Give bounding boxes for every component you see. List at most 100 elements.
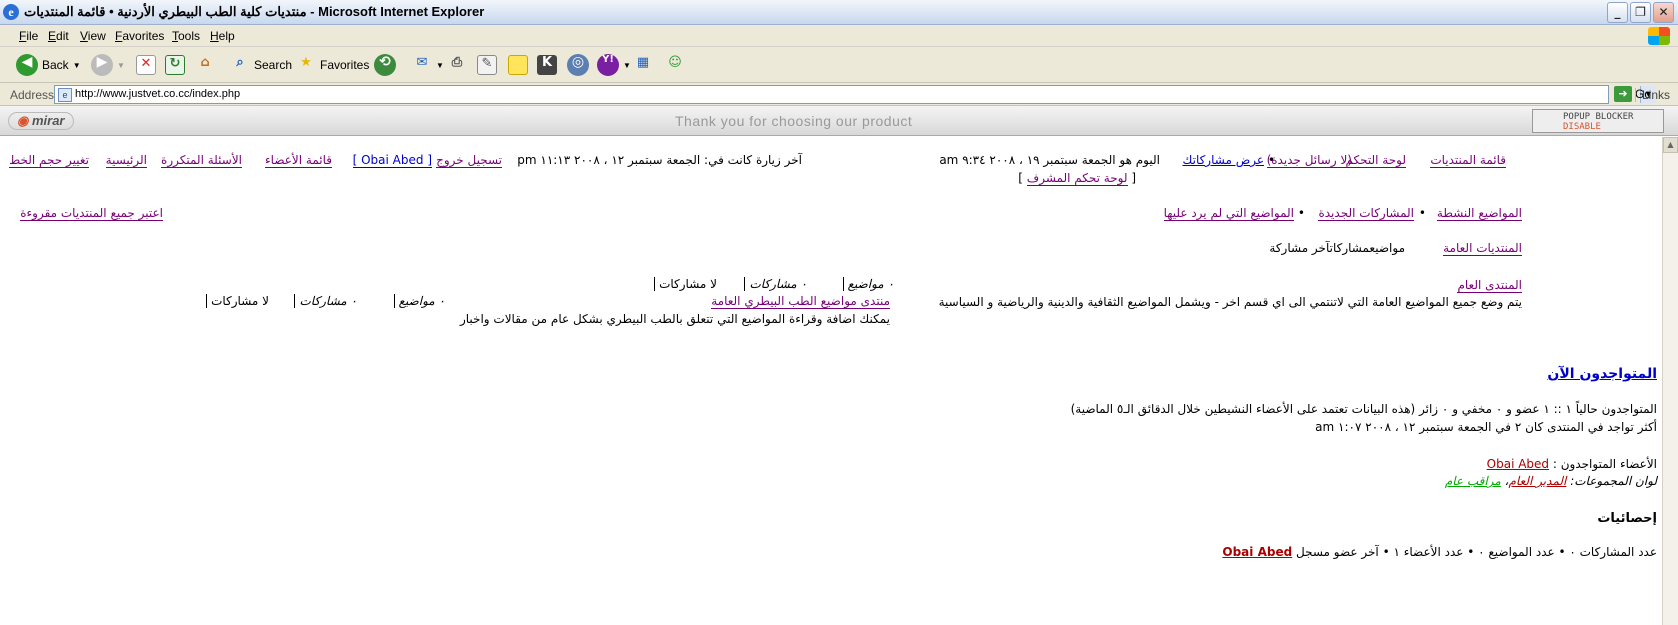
stats-text: عدد المشاركات ٠ • عدد المواضيع ٠ • عدد ا… — [1296, 545, 1657, 559]
research-icon: ▦ — [636, 55, 650, 70]
messenger-button[interactable]: ◎ — [567, 53, 589, 77]
nav-separator: • — [1418, 206, 1426, 220]
forward-arrow-icon: ▶ — [91, 54, 113, 76]
new-posts-link[interactable]: المشاركات الجديدة — [1318, 206, 1414, 221]
logout-link[interactable]: تسجيل خروج — [436, 153, 502, 168]
favorites-button[interactable]: ★ Favorites — [296, 53, 369, 77]
menu-tools[interactable]: Tools — [172, 29, 200, 43]
stop-button[interactable]: ✕ — [136, 53, 156, 77]
dropdown-icon: ▼ — [72, 60, 81, 70]
extension-message: Thank you for choosing our product — [675, 113, 913, 129]
edit-button[interactable]: ✎ — [477, 53, 497, 77]
note-button[interactable] — [508, 53, 528, 77]
menu-help[interactable]: Help — [210, 29, 235, 43]
menu-edit[interactable]: Edit — [48, 29, 69, 43]
font-size-link[interactable]: تغيير حجم الخط — [9, 153, 89, 168]
refresh-icon: ↻ — [165, 55, 185, 75]
edit-icon: ✎ — [477, 55, 497, 75]
mirar-brand: mirar — [31, 113, 65, 128]
view-posts-link[interactable]: عرض مشاركاتك — [1182, 153, 1264, 167]
username-link[interactable]: [ Obai Abed ] — [352, 153, 432, 168]
group-mod-link[interactable]: مراقب عام — [1445, 474, 1501, 488]
minimize-button[interactable]: _ — [1607, 2, 1628, 23]
address-url: http://www.justvet.co.cc/index.php — [75, 88, 241, 100]
k-button[interactable]: K — [537, 53, 557, 77]
history-button[interactable]: ⟲ — [374, 53, 396, 77]
forum-link-general[interactable]: المنتدى العام — [1457, 278, 1522, 293]
msn-buddy-icon: ☺ — [668, 55, 682, 70]
faq-link[interactable]: الأسئلة المتكررة — [161, 153, 242, 168]
mirar-logo[interactable]: ◉ mirar — [8, 112, 74, 130]
control-panel-link[interactable]: لوحة التحكم — [1345, 153, 1406, 168]
forward-button[interactable]: ▶ ▼ — [91, 53, 125, 77]
yahoo-button[interactable]: Y! ▼ — [597, 53, 631, 77]
stop-icon: ✕ — [136, 55, 156, 75]
window-title: منتديات كلية الطب البيطري الأردنية • قائ… — [24, 4, 485, 19]
home-icon: ⌂ — [200, 55, 210, 70]
group-legend-label: لوان المجموعات: — [1570, 474, 1657, 488]
new-messages-link[interactable]: (لا رسائل جديدة) — [1266, 153, 1352, 168]
title-bar: e منتديات كلية الطب البيطري الأردنية • ق… — [0, 0, 1678, 25]
forum-topics-vet: ٠ مواضيع — [393, 294, 445, 308]
mail-button[interactable]: ✉ ▼ — [412, 53, 444, 77]
online-member-link[interactable]: Obai Abed — [1487, 457, 1549, 471]
links-button[interactable]: Links — [1634, 88, 1670, 102]
current-date: اليوم هو الجمعة سبتمبر ١٩ ، ٢٠٠٨ ٩:٣٤ am — [939, 153, 1160, 167]
forum-last-general: لا مشاركات — [654, 277, 717, 291]
print-button[interactable]: ⎙ — [447, 53, 467, 77]
msn-button[interactable]: ☺ — [665, 53, 685, 77]
group-admin-link[interactable]: المدير العام — [1509, 474, 1567, 488]
forums-list-link[interactable]: قائمة المنتديات — [1430, 153, 1506, 168]
window-controls: _ ❐ ✕ — [1607, 2, 1674, 23]
menu-favorites[interactable]: Favorites — [115, 29, 164, 43]
ie-icon: e — [3, 4, 19, 20]
online-header[interactable]: المتواجدون الآن — [1547, 366, 1657, 382]
star-icon: ★ — [300, 55, 312, 70]
back-button[interactable]: ◀ Back ▼ — [16, 53, 81, 77]
forum-desc-vet: يمكنك اضافة وقراءة المواضيع التي تتعلق ب… — [459, 312, 890, 326]
scroll-up-icon[interactable]: ▲ — [1663, 137, 1678, 153]
address-bar: Address e http://www.justvet.co.cc/index… — [0, 83, 1678, 106]
popup-blocker[interactable]: POPUP BLOCKER DISABLE — [1532, 109, 1664, 133]
maximize-button[interactable]: ❐ — [1630, 2, 1651, 23]
forum-posts-vet: ٠ مشاركات — [294, 294, 357, 308]
members-list-link[interactable]: قائمة الأعضاء — [265, 153, 332, 168]
page-icon: e — [58, 88, 72, 102]
yahoo-icon: Y! — [597, 54, 619, 76]
address-label: Address — [10, 88, 55, 102]
home-link[interactable]: الرئيسية — [105, 153, 147, 168]
active-topics-link[interactable]: المواضيع النشطة — [1436, 206, 1522, 221]
nav-separator: • — [1297, 206, 1305, 220]
category-link[interactable]: المنتديات العامة — [1443, 241, 1522, 256]
messenger-icon: ◎ — [567, 54, 589, 76]
popup-state: DISABLE — [1563, 122, 1601, 132]
menu-view[interactable]: View — [80, 29, 106, 43]
last-visit: آخر زيارة كانت في: الجمعة سبتمبر ١٢ ، ٢٠… — [517, 153, 802, 167]
vertical-scrollbar[interactable]: ▲ — [1662, 137, 1678, 625]
forum-link-vet[interactable]: منتدى مواضيع الطب البيطري العامة — [711, 294, 890, 309]
windows-logo-icon — [1648, 27, 1670, 45]
go-arrow-icon: ➜ — [1614, 86, 1632, 102]
printer-icon: ⎙ — [451, 55, 463, 70]
admin-panel-link[interactable]: لوحة تحكم المشرف — [1026, 171, 1128, 186]
close-button[interactable]: ✕ — [1653, 2, 1674, 23]
address-input[interactable]: e http://www.justvet.co.cc/index.php ▼ — [54, 85, 1656, 104]
newest-member-link[interactable]: Obai Abed — [1222, 545, 1292, 559]
k-icon: K — [537, 55, 557, 75]
unanswered-link[interactable]: المواضيع التي لم يرد عليها — [1163, 206, 1294, 221]
page-content: قائمة المنتديات لوحة التحكم (لا رسائل جد… — [0, 137, 1662, 625]
search-button[interactable]: ⌕ Search — [230, 53, 292, 77]
menu-file[interactable]: File — [19, 29, 38, 43]
home-button[interactable]: ⌂ — [195, 53, 215, 77]
mark-read-link[interactable]: اعتبر جميع المنتديات مقروءة — [20, 206, 163, 221]
note-icon — [508, 55, 528, 75]
admin-panel-wrap: [ لوحة تحكم المشرف ] — [1018, 171, 1136, 186]
back-arrow-icon: ◀ — [16, 54, 38, 76]
refresh-button[interactable]: ↻ — [165, 53, 185, 77]
online-members-label: الأعضاء المتواجدون : — [1552, 457, 1657, 471]
mail-icon: ✉ — [416, 55, 428, 70]
research-button[interactable]: ▦ — [633, 53, 653, 77]
toolbar: ◀ Back ▼ ▶ ▼ ✕ ↻ ⌂ ⌕ Search ★ Favorites … — [0, 47, 1678, 83]
online-members: الأعضاء المتواجدون : Obai Abed — [1487, 457, 1657, 471]
back-label: Back — [42, 58, 69, 72]
